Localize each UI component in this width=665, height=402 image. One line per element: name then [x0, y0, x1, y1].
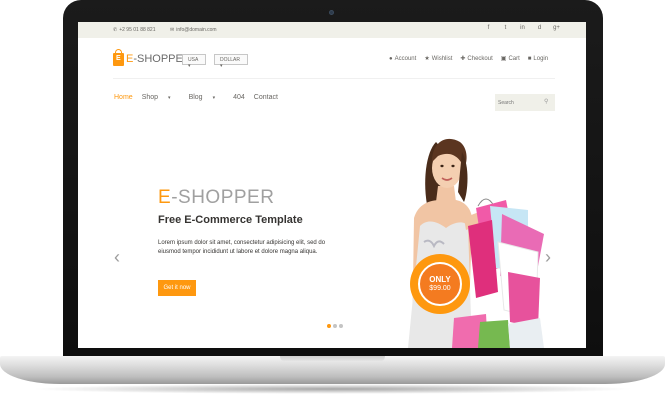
cart-icon: ▣: [500, 56, 507, 62]
email-contact[interactable]: ✉ info@domain.com: [170, 27, 217, 33]
checkout-link[interactable]: ✚ Checkout: [460, 55, 493, 63]
cart-label: Cart: [508, 55, 520, 62]
hero-image: [408, 138, 544, 348]
slider-indicators: [327, 324, 345, 328]
contact-bar: ✆ +2 95 01 88 821 ✉ info@domain.com f t in…: [78, 22, 586, 38]
currency-dropdown[interactable]: DOLLAR ▾: [214, 54, 248, 69]
star-icon: ★: [424, 56, 430, 62]
search-icon[interactable]: ⚲: [544, 98, 548, 105]
badge-only-label: ONLY: [429, 275, 451, 284]
nav-home[interactable]: Home: [114, 94, 133, 101]
chevron-down-icon: ▾: [168, 95, 171, 101]
account-link[interactable]: ● Account: [389, 55, 416, 62]
slider-prev-button[interactable]: ‹: [114, 248, 120, 266]
login-link[interactable]: ■ Login: [528, 55, 548, 62]
crosshair-icon: ✚: [460, 56, 466, 62]
slide-subtitle: Free E-Commerce Template: [158, 214, 303, 226]
google-plus-icon[interactable]: g+: [548, 25, 565, 31]
nav-404[interactable]: 404: [233, 94, 245, 101]
facebook-icon[interactable]: f: [480, 25, 497, 31]
nav-shop[interactable]: Shop ▾: [142, 94, 180, 101]
shopping-bag-icon: E: [113, 48, 124, 66]
email-address: info@domain.com: [176, 27, 217, 33]
slider-dot-2[interactable]: [333, 324, 337, 328]
account-label: Account: [394, 55, 417, 62]
laptop-notch: [280, 356, 385, 362]
slider-dot-3[interactable]: [339, 324, 343, 328]
country-dropdown[interactable]: USA ▾: [182, 54, 206, 69]
envelope-icon: ✉: [170, 27, 175, 33]
cart-link[interactable]: ▣ Cart: [500, 55, 520, 63]
slide-description: Lorem ipsum dolor sit amet, consectetur …: [158, 240, 326, 255]
wishlist-link[interactable]: ★ Wishlist: [424, 55, 453, 63]
checkout-label: Checkout: [467, 55, 493, 62]
lock-icon: ■: [527, 55, 532, 62]
wishlist-label: Wishlist: [431, 55, 453, 62]
nav-blog[interactable]: Blog ▾: [189, 94, 225, 101]
slide-title: E-SHOPPER: [158, 187, 275, 208]
laptop-screen: ✆ +2 95 01 88 821 ✉ info@domain.com f t in…: [78, 22, 586, 348]
site-logo[interactable]: E E-SHOPPER: [113, 48, 191, 68]
nav-contact[interactable]: Contact: [254, 94, 278, 101]
laptop-shadow: [30, 384, 635, 394]
linkedin-icon[interactable]: in: [514, 25, 531, 31]
login-label: Login: [533, 55, 549, 62]
phone-number: +2 95 01 88 821: [119, 27, 156, 33]
twitter-icon[interactable]: t: [497, 25, 514, 31]
badge-price: $99.00: [429, 285, 451, 292]
account-menu: ● Account ★ Wishlist ✚ Checkout ▣ Cart ■ Logi…: [389, 55, 548, 63]
user-icon: ●: [389, 55, 393, 62]
phone-contact[interactable]: ✆ +2 95 01 88 821: [113, 27, 156, 33]
slider-dot-1[interactable]: [327, 324, 331, 328]
main-nav: Home Shop ▾ Blog ▾ 404 Contact: [114, 94, 287, 101]
social-links: f t in d g+: [480, 25, 565, 31]
dribbble-icon[interactable]: d: [531, 25, 548, 31]
chevron-down-icon: ▾: [212, 95, 216, 101]
phone-icon: ✆: [113, 27, 118, 33]
get-it-now-button[interactable]: Get it now: [158, 280, 196, 296]
webcam-icon: [329, 10, 334, 15]
price-badge: ONLY $99.00: [410, 254, 470, 314]
header-divider: [113, 78, 555, 79]
